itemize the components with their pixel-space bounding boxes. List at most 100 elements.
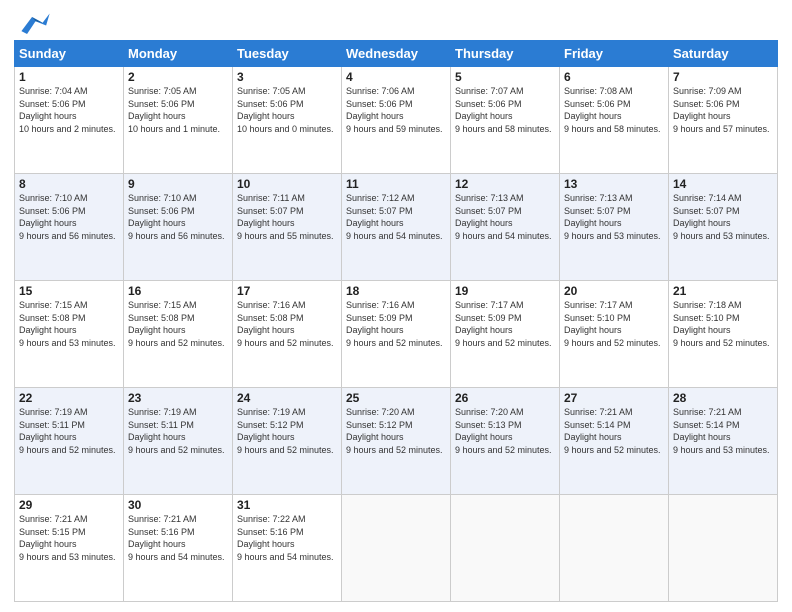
sunset-label: Sunset:: [237, 313, 268, 323]
day-number: 16: [128, 284, 228, 298]
sunrise-label: Sunrise:: [673, 407, 706, 417]
calendar-cell: 20Sunrise: 7:17 AMSunset: 5:10 PMDayligh…: [560, 281, 669, 388]
daylight-label: Daylight hours: [673, 325, 731, 335]
calendar-cell: [560, 495, 669, 602]
calendar-cell: 14Sunrise: 7:14 AMSunset: 5:07 PMDayligh…: [669, 174, 778, 281]
calendar-cell: 18Sunrise: 7:16 AMSunset: 5:09 PMDayligh…: [342, 281, 451, 388]
calendar-cell: 24Sunrise: 7:19 AMSunset: 5:12 PMDayligh…: [233, 388, 342, 495]
day-number: 3: [237, 70, 337, 84]
day-number: 31: [237, 498, 337, 512]
sunrise-label: Sunrise:: [19, 86, 52, 96]
sunset-label: Sunset:: [237, 99, 268, 109]
sunset-label: Sunset:: [237, 420, 268, 430]
sunset-label: Sunset:: [19, 527, 50, 537]
sunrise-label: Sunrise:: [128, 300, 161, 310]
sunset-label: Sunset:: [346, 99, 377, 109]
day-info: Sunrise: 7:21 AMSunset: 5:16 PMDaylight …: [128, 513, 228, 563]
day-number: 29: [19, 498, 119, 512]
sunset-label: Sunset:: [128, 527, 159, 537]
daylight-label: Daylight hours: [237, 539, 295, 549]
sunrise-label: Sunrise:: [673, 86, 706, 96]
sunrise-label: Sunrise:: [455, 407, 488, 417]
calendar-cell: 23Sunrise: 7:19 AMSunset: 5:11 PMDayligh…: [124, 388, 233, 495]
sunset-label: Sunset:: [128, 420, 159, 430]
sunset-label: Sunset:: [19, 206, 50, 216]
day-number: 30: [128, 498, 228, 512]
calendar-cell: 4Sunrise: 7:06 AMSunset: 5:06 PMDaylight…: [342, 67, 451, 174]
sunrise-label: Sunrise:: [455, 86, 488, 96]
calendar-cell: 16Sunrise: 7:15 AMSunset: 5:08 PMDayligh…: [124, 281, 233, 388]
calendar-cell: 30Sunrise: 7:21 AMSunset: 5:16 PMDayligh…: [124, 495, 233, 602]
sunrise-label: Sunrise:: [564, 193, 597, 203]
calendar-cell: 27Sunrise: 7:21 AMSunset: 5:14 PMDayligh…: [560, 388, 669, 495]
day-info: Sunrise: 7:19 AMSunset: 5:11 PMDaylight …: [19, 406, 119, 456]
calendar-cell: 6Sunrise: 7:08 AMSunset: 5:06 PMDaylight…: [560, 67, 669, 174]
day-number: 8: [19, 177, 119, 191]
day-number: 27: [564, 391, 664, 405]
day-number: 11: [346, 177, 446, 191]
sunrise-label: Sunrise:: [346, 193, 379, 203]
day-number: 6: [564, 70, 664, 84]
daylight-label: Daylight hours: [455, 325, 513, 335]
daylight-label: Daylight hours: [128, 218, 186, 228]
daylight-label: Daylight hours: [564, 111, 622, 121]
sunset-label: Sunset:: [237, 527, 268, 537]
calendar-cell: 9Sunrise: 7:10 AMSunset: 5:06 PMDaylight…: [124, 174, 233, 281]
calendar-cell: 10Sunrise: 7:11 AMSunset: 5:07 PMDayligh…: [233, 174, 342, 281]
day-number: 18: [346, 284, 446, 298]
day-info: Sunrise: 7:14 AMSunset: 5:07 PMDaylight …: [673, 192, 773, 242]
daylight-label: Daylight hours: [128, 539, 186, 549]
day-number: 15: [19, 284, 119, 298]
daylight-label: Daylight hours: [564, 432, 622, 442]
daylight-label: Daylight hours: [128, 325, 186, 335]
day-number: 4: [346, 70, 446, 84]
sunrise-label: Sunrise:: [346, 300, 379, 310]
sunrise-label: Sunrise:: [564, 86, 597, 96]
sunrise-label: Sunrise:: [673, 300, 706, 310]
calendar-cell: 1Sunrise: 7:04 AMSunset: 5:06 PMDaylight…: [15, 67, 124, 174]
calendar-cell: 21Sunrise: 7:18 AMSunset: 5:10 PMDayligh…: [669, 281, 778, 388]
sunrise-label: Sunrise:: [128, 407, 161, 417]
daylight-label: Daylight hours: [237, 325, 295, 335]
day-info: Sunrise: 7:11 AMSunset: 5:07 PMDaylight …: [237, 192, 337, 242]
day-number: 12: [455, 177, 555, 191]
sunrise-label: Sunrise:: [19, 300, 52, 310]
calendar-cell: 15Sunrise: 7:15 AMSunset: 5:08 PMDayligh…: [15, 281, 124, 388]
day-info: Sunrise: 7:15 AMSunset: 5:08 PMDaylight …: [19, 299, 119, 349]
day-number: 1: [19, 70, 119, 84]
day-number: 23: [128, 391, 228, 405]
daylight-label: Daylight hours: [19, 325, 77, 335]
calendar-cell: 29Sunrise: 7:21 AMSunset: 5:15 PMDayligh…: [15, 495, 124, 602]
calendar-cell: [451, 495, 560, 602]
sunrise-label: Sunrise:: [19, 514, 52, 524]
calendar-cell: 28Sunrise: 7:21 AMSunset: 5:14 PMDayligh…: [669, 388, 778, 495]
col-header-thursday: Thursday: [451, 41, 560, 67]
calendar-cell: [669, 495, 778, 602]
day-info: Sunrise: 7:21 AMSunset: 5:14 PMDaylight …: [673, 406, 773, 456]
day-number: 17: [237, 284, 337, 298]
daylight-label: Daylight hours: [237, 218, 295, 228]
day-number: 10: [237, 177, 337, 191]
sunrise-label: Sunrise:: [455, 300, 488, 310]
day-number: 13: [564, 177, 664, 191]
day-info: Sunrise: 7:17 AMSunset: 5:09 PMDaylight …: [455, 299, 555, 349]
sunset-label: Sunset:: [455, 206, 486, 216]
day-number: 26: [455, 391, 555, 405]
day-info: Sunrise: 7:13 AMSunset: 5:07 PMDaylight …: [455, 192, 555, 242]
logo: [14, 10, 52, 34]
col-header-saturday: Saturday: [669, 41, 778, 67]
sunrise-label: Sunrise:: [237, 86, 270, 96]
sunset-label: Sunset:: [564, 206, 595, 216]
logo-bird-icon: [14, 10, 50, 34]
daylight-label: Daylight hours: [346, 325, 404, 335]
day-info: Sunrise: 7:16 AMSunset: 5:09 PMDaylight …: [346, 299, 446, 349]
daylight-label: Daylight hours: [19, 539, 77, 549]
sunset-label: Sunset:: [455, 420, 486, 430]
sunset-label: Sunset:: [455, 99, 486, 109]
daylight-label: Daylight hours: [237, 432, 295, 442]
day-info: Sunrise: 7:08 AMSunset: 5:06 PMDaylight …: [564, 85, 664, 135]
day-number: 7: [673, 70, 773, 84]
day-info: Sunrise: 7:10 AMSunset: 5:06 PMDaylight …: [128, 192, 228, 242]
calendar-cell: 22Sunrise: 7:19 AMSunset: 5:11 PMDayligh…: [15, 388, 124, 495]
sunset-label: Sunset:: [673, 420, 704, 430]
